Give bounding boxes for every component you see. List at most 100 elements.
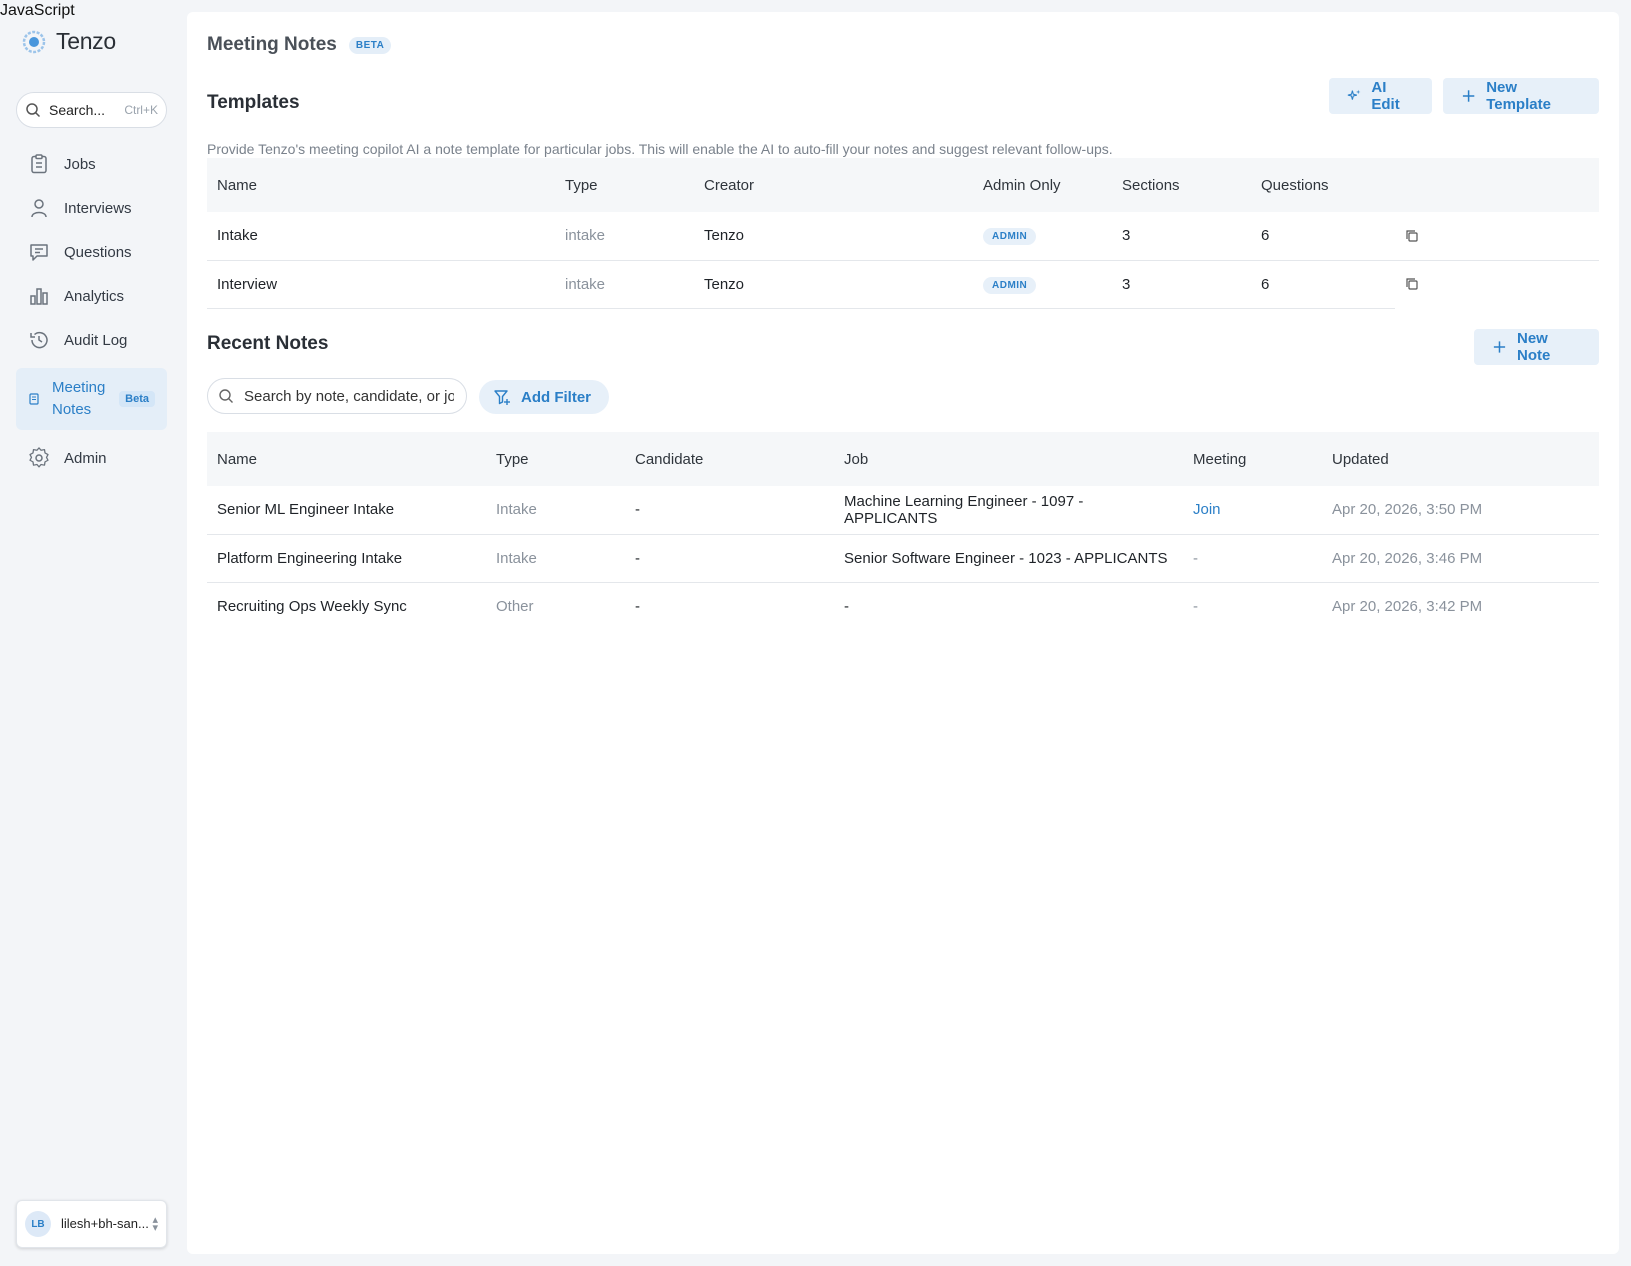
person-icon (31, 199, 47, 218)
search-label: Search... (49, 102, 106, 118)
sidebar-item-label: Interviews (64, 199, 132, 217)
chevron-updown-icon: ▴ ▾ (152, 1214, 158, 1234)
note-candidate: - (635, 597, 640, 615)
sidebar-item-jobs[interactable]: Jobs (16, 142, 167, 186)
note-job: Machine Learning Engineer - 1097 - APPLI… (834, 486, 1183, 535)
table-row[interactable]: Platform Engineering Intake Intake - Sen… (207, 534, 1599, 583)
note-type: Other (496, 597, 534, 615)
sidebar-item-interviews[interactable]: Interviews (16, 186, 167, 230)
beta-badge: BETA (348, 36, 392, 54)
note-updated: Apr 20, 2026, 3:50 PM (1322, 486, 1599, 535)
history-icon (30, 331, 48, 349)
brand-name: Tenzo (56, 28, 116, 54)
sidebar-item-label: Audit Log (64, 331, 128, 349)
template-questions: 6 (1251, 212, 1395, 261)
sidebar-item-label: Analytics (64, 287, 125, 305)
note-meeting: - (1183, 534, 1322, 583)
sidebar: Tenzo Search... Ctrl+K Jobs Interviews Q… (0, 0, 180, 1266)
sidebar-item-admin[interactable]: Admin (16, 436, 167, 480)
template-name: Intake (207, 212, 555, 261)
main-panel: Meeting Notes BETA Templates AI Edit New… (187, 12, 1619, 1254)
clipboard-icon (31, 154, 47, 174)
template-name: Interview (207, 260, 555, 309)
template-questions: 6 (1251, 260, 1395, 309)
column-header[interactable]: Type (555, 158, 694, 212)
search-icon (219, 389, 233, 403)
note-type: Intake (486, 534, 625, 583)
sidebar-item-label: Questions (64, 243, 132, 261)
chat-icon (30, 244, 48, 261)
table-row[interactable]: Interview intake Tenzo ADMIN 3 6 (207, 260, 1599, 309)
sidebar-item-label: Admin (64, 449, 107, 467)
ai-edit-label: AI Edit (1371, 79, 1400, 113)
join-meeting-link[interactable]: Join (1183, 486, 1322, 535)
add-filter-label: Add Filter (521, 388, 591, 406)
sidebar-item-label: Meeting Notes (52, 379, 106, 418)
user-name: lilesh+bh-san... (61, 1216, 149, 1231)
sidebar-nav: Jobs Interviews Questions Analytics Audi… (16, 142, 167, 480)
notes-search (207, 378, 467, 414)
template-creator: Tenzo (694, 212, 973, 261)
templates-title: Templates (207, 92, 300, 113)
new-note-label: New Note (1516, 330, 1551, 364)
column-header[interactable]: Creator (694, 158, 973, 212)
table-row[interactable]: Intake intake Tenzo ADMIN 3 6 (207, 212, 1599, 261)
bar-chart-icon (30, 288, 48, 305)
ai-edit-button[interactable]: AI Edit (1329, 78, 1432, 114)
note-meeting: - (1193, 597, 1198, 615)
sidebar-item-audit-log[interactable]: Audit Log (16, 318, 167, 362)
templates-table: Name Type Creator Admin Only Sections Qu… (207, 158, 1599, 309)
column-header[interactable]: Job (834, 432, 1183, 486)
avatar: LB (25, 1211, 51, 1237)
column-header[interactable]: Meeting (1183, 432, 1322, 486)
note-name: Recruiting Ops Weekly Sync (217, 597, 407, 615)
note-job: - (844, 597, 849, 615)
note-candidate: - (625, 534, 834, 583)
copy-icon[interactable] (1405, 229, 1419, 243)
copy-icon[interactable] (1405, 277, 1419, 291)
note-candidate: - (625, 486, 834, 535)
column-header[interactable]: Candidate (625, 432, 834, 486)
column-header[interactable]: Updated (1322, 432, 1599, 486)
column-header[interactable]: Questions (1251, 158, 1395, 212)
sidebar-item-questions[interactable]: Questions (16, 230, 167, 274)
sidebar-item-meeting-notes[interactable]: Meeting Notes Beta (16, 368, 167, 430)
column-header[interactable]: Sections (1112, 158, 1251, 212)
new-template-button[interactable]: New Template (1443, 78, 1599, 114)
column-header[interactable]: Name (207, 432, 486, 486)
column-header-actions (1395, 158, 1599, 212)
note-updated: Apr 20, 2026, 3:42 PM (1332, 597, 1483, 615)
column-header[interactable]: Name (207, 158, 555, 212)
table-row[interactable]: Recruiting Ops Weekly Sync Other - - - A… (207, 582, 1599, 630)
page-title: Meeting Notes (207, 34, 337, 55)
template-sections: 3 (1112, 260, 1251, 309)
add-filter-button[interactable]: Add Filter (479, 380, 609, 414)
column-header[interactable]: Admin Only (973, 158, 1112, 212)
table-header-row: Name Type Creator Admin Only Sections Qu… (207, 158, 1599, 212)
beta-badge: Beta (119, 391, 155, 407)
gear-icon (29, 447, 49, 468)
recent-notes-table: Name Type Candidate Job Meeting Updated … (207, 432, 1599, 630)
note-name: Senior ML Engineer Intake (207, 486, 486, 535)
sidebar-item-label: Jobs (64, 155, 96, 173)
brand[interactable]: Tenzo (22, 28, 116, 55)
note-job: Senior Software Engineer - 1023 - APPLIC… (834, 534, 1183, 583)
template-sections: 3 (1112, 212, 1251, 261)
global-search[interactable]: Search... Ctrl+K (16, 92, 167, 128)
column-header[interactable]: Type (486, 432, 625, 486)
table-row[interactable]: Senior ML Engineer Intake Intake - Machi… (207, 486, 1599, 535)
tenzo-logo-icon (22, 30, 46, 53)
sidebar-item-analytics[interactable]: Analytics (16, 274, 167, 318)
notes-search-input[interactable] (244, 387, 454, 405)
user-menu[interactable]: LB lilesh+bh-san... ▴ ▾ (16, 1200, 167, 1248)
admin-badge: ADMIN (983, 276, 1037, 294)
recent-notes-title: Recent Notes (207, 333, 329, 354)
template-type: intake (555, 260, 694, 309)
filter-plus-icon (494, 390, 510, 405)
new-template-label: New Template (1486, 79, 1551, 113)
plus-icon (1493, 341, 1506, 353)
templates-description: Provide Tenzo's meeting copilot AI a not… (207, 141, 1113, 157)
note-updated: Apr 20, 2026, 3:46 PM (1322, 534, 1599, 583)
template-creator: Tenzo (694, 260, 973, 309)
new-note-button[interactable]: New Note (1474, 329, 1599, 365)
